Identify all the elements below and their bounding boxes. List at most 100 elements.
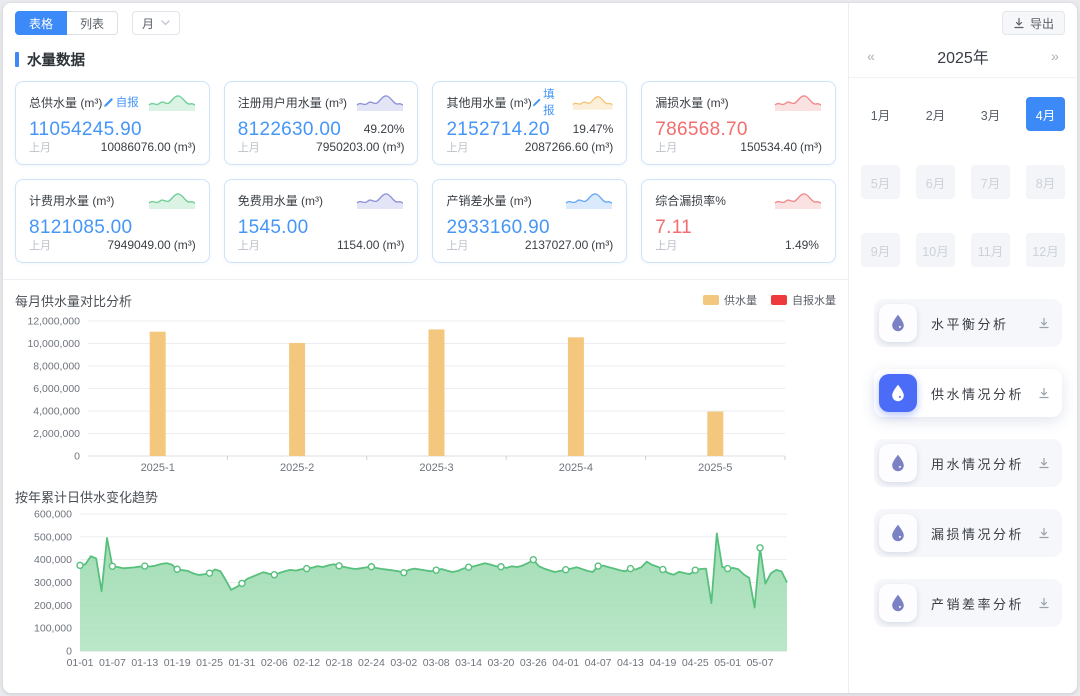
svg-text:2,000,000: 2,000,000 [33, 428, 80, 440]
month-cell-12[interactable]: 12月 [1026, 233, 1065, 267]
month-cell-4[interactable]: 4月 [1026, 97, 1065, 131]
month-cell-3[interactable]: 3月 [971, 97, 1010, 131]
period-select[interactable]: 月 [132, 11, 180, 35]
download-icon[interactable] [1038, 597, 1050, 609]
legend-item-supply[interactable]: 供水量 [703, 292, 757, 308]
dashboard-frame: 表格 列表 月 水量数据 总供水量 (m³) 自报 11054245.90 [3, 3, 1077, 693]
fill-report-link[interactable]: 填报 [532, 86, 563, 118]
month-cell-8[interactable]: 8月 [1026, 165, 1065, 199]
prev-month-value: 10086076.00(m³) [101, 140, 196, 154]
daily-supply-area-chart[interactable]: 0100,000200,000300,000400,000500,000600,… [15, 506, 836, 678]
bar-chart-legend: 供水量 自报水量 [703, 292, 836, 308]
calendar-year: 2025年 [879, 44, 1047, 68]
month-cell-6[interactable]: 6月 [916, 165, 955, 199]
prev-month-value: 150534.40(m³) [740, 140, 822, 154]
month-cell-5[interactable]: 5月 [861, 165, 900, 199]
card-value: 2933160.90 [446, 217, 613, 239]
chevron-down-icon [161, 20, 170, 26]
calendar-header: « 2025年 » [849, 35, 1077, 78]
analysis-item-label: 供水情况分析 [931, 384, 1024, 403]
analysis-item-label: 水平衡分析 [931, 314, 1009, 333]
month-grid: 1月 2月 3月 4月 5月 6月 7月 8月 9月 10月 11月 12月 [849, 78, 1077, 275]
prev-month-label: 上月 [446, 237, 468, 253]
tab-table[interactable]: 表格 [15, 11, 67, 35]
prev-month-label: 上月 [655, 139, 677, 155]
view-toolbar: 表格 列表 月 [15, 11, 848, 35]
prev-month-value: 7949049.00(m³) [107, 238, 195, 252]
legend-swatch-supply [703, 295, 719, 305]
month-cell-7[interactable]: 7月 [971, 165, 1010, 199]
period-select-value: 月 [142, 15, 154, 32]
svg-text:8,000,000: 8,000,000 [33, 361, 80, 373]
next-year-button[interactable]: » [1047, 48, 1063, 64]
svg-text:01-25: 01-25 [196, 657, 223, 669]
analysis-item-water-balance[interactable]: 水平衡分析 [874, 299, 1062, 347]
svg-text:03-02: 03-02 [390, 657, 417, 669]
download-icon[interactable] [1038, 527, 1050, 539]
svg-text:0: 0 [74, 451, 80, 463]
card-percent: 19.47% [573, 122, 614, 136]
svg-text:100,000: 100,000 [34, 623, 72, 635]
analysis-list: 水平衡分析 供水情况分析 用水情况分析 漏损情况分析 产销差率分析 [849, 299, 1077, 627]
stat-card-registered-usage: 注册用户用水量 (m³) 8122630.00 49.20% 上月7950203… [224, 81, 419, 165]
svg-text:03-20: 03-20 [488, 657, 515, 669]
water-drop-icon [879, 444, 917, 482]
download-icon[interactable] [1038, 387, 1050, 399]
month-cell-1[interactable]: 1月 [861, 97, 900, 131]
pencil-icon [103, 97, 114, 108]
bar-chart-title: 每月供水量对比分析 [15, 291, 132, 310]
legend-label: 自报水量 [792, 292, 836, 308]
download-icon[interactable] [1038, 317, 1050, 329]
stat-card-billed-usage: 计费用水量 (m³) 8121085.00 上月7949049.00(m³) [15, 179, 210, 263]
monthly-supply-bar-chart[interactable]: 02,000,0004,000,0006,000,0008,000,00010,… [15, 311, 836, 483]
svg-text:0: 0 [66, 646, 72, 658]
svg-text:03-14: 03-14 [455, 657, 482, 669]
svg-text:04-01: 04-01 [552, 657, 579, 669]
card-title: 其他用水量 (m³) [446, 94, 531, 111]
section-head: 水量数据 [15, 49, 848, 70]
analysis-item-nrw-rate-analysis[interactable]: 产销差率分析 [874, 579, 1062, 627]
svg-text:6,000,000: 6,000,000 [33, 383, 80, 395]
card-value: 786568.70 [655, 119, 822, 141]
svg-text:05-07: 05-07 [747, 657, 774, 669]
svg-text:04-13: 04-13 [617, 657, 644, 669]
main-content: 表格 列表 月 水量数据 总供水量 (m³) 自报 11054245.90 [3, 3, 848, 693]
month-cell-11[interactable]: 11月 [971, 233, 1010, 267]
analysis-item-leakage-analysis[interactable]: 漏损情况分析 [874, 509, 1062, 557]
prev-year-button[interactable]: « [863, 48, 879, 64]
month-cell-2[interactable]: 2月 [916, 97, 955, 131]
svg-text:2025-3: 2025-3 [419, 462, 453, 474]
svg-text:04-07: 04-07 [585, 657, 612, 669]
stat-card-leakage-volume: 漏损水量 (m³) 786568.70 上月150534.40(m³) [641, 81, 836, 165]
svg-text:03-26: 03-26 [520, 657, 547, 669]
analysis-item-label: 用水情况分析 [931, 454, 1024, 473]
tab-list[interactable]: 列表 [67, 11, 118, 35]
month-cell-10[interactable]: 10月 [916, 233, 955, 267]
svg-text:2025-5: 2025-5 [698, 462, 732, 474]
svg-text:02-06: 02-06 [261, 657, 288, 669]
legend-item-selfreport[interactable]: 自报水量 [771, 292, 836, 308]
card-title: 产销差水量 (m³) [446, 192, 531, 209]
water-drop-icon [879, 374, 917, 412]
prev-month-label: 上月 [446, 139, 468, 155]
svg-text:600,000: 600,000 [34, 509, 72, 521]
analysis-item-usage-analysis[interactable]: 用水情况分析 [874, 439, 1062, 487]
svg-text:01-19: 01-19 [164, 657, 191, 669]
analysis-item-supply-analysis[interactable]: 供水情况分析 [874, 369, 1062, 417]
prev-month-label: 上月 [29, 139, 51, 155]
self-report-link[interactable]: 自报 [103, 94, 139, 110]
water-drop-icon [879, 584, 917, 622]
sparkline [572, 92, 613, 112]
download-icon[interactable] [1038, 457, 1050, 469]
svg-text:500,000: 500,000 [34, 531, 72, 543]
svg-text:01-13: 01-13 [131, 657, 158, 669]
month-cell-9[interactable]: 9月 [861, 233, 900, 267]
section-accent-bar [15, 52, 19, 67]
svg-text:2025-4: 2025-4 [559, 462, 593, 474]
svg-text:10,000,000: 10,000,000 [27, 338, 80, 350]
card-value: 7.11 [655, 217, 822, 239]
card-title: 总供水量 (m³) [29, 94, 102, 111]
export-button[interactable]: 导出 [1002, 11, 1065, 35]
analysis-item-label: 漏损情况分析 [931, 524, 1024, 543]
card-title: 计费用水量 (m³) [29, 192, 114, 209]
